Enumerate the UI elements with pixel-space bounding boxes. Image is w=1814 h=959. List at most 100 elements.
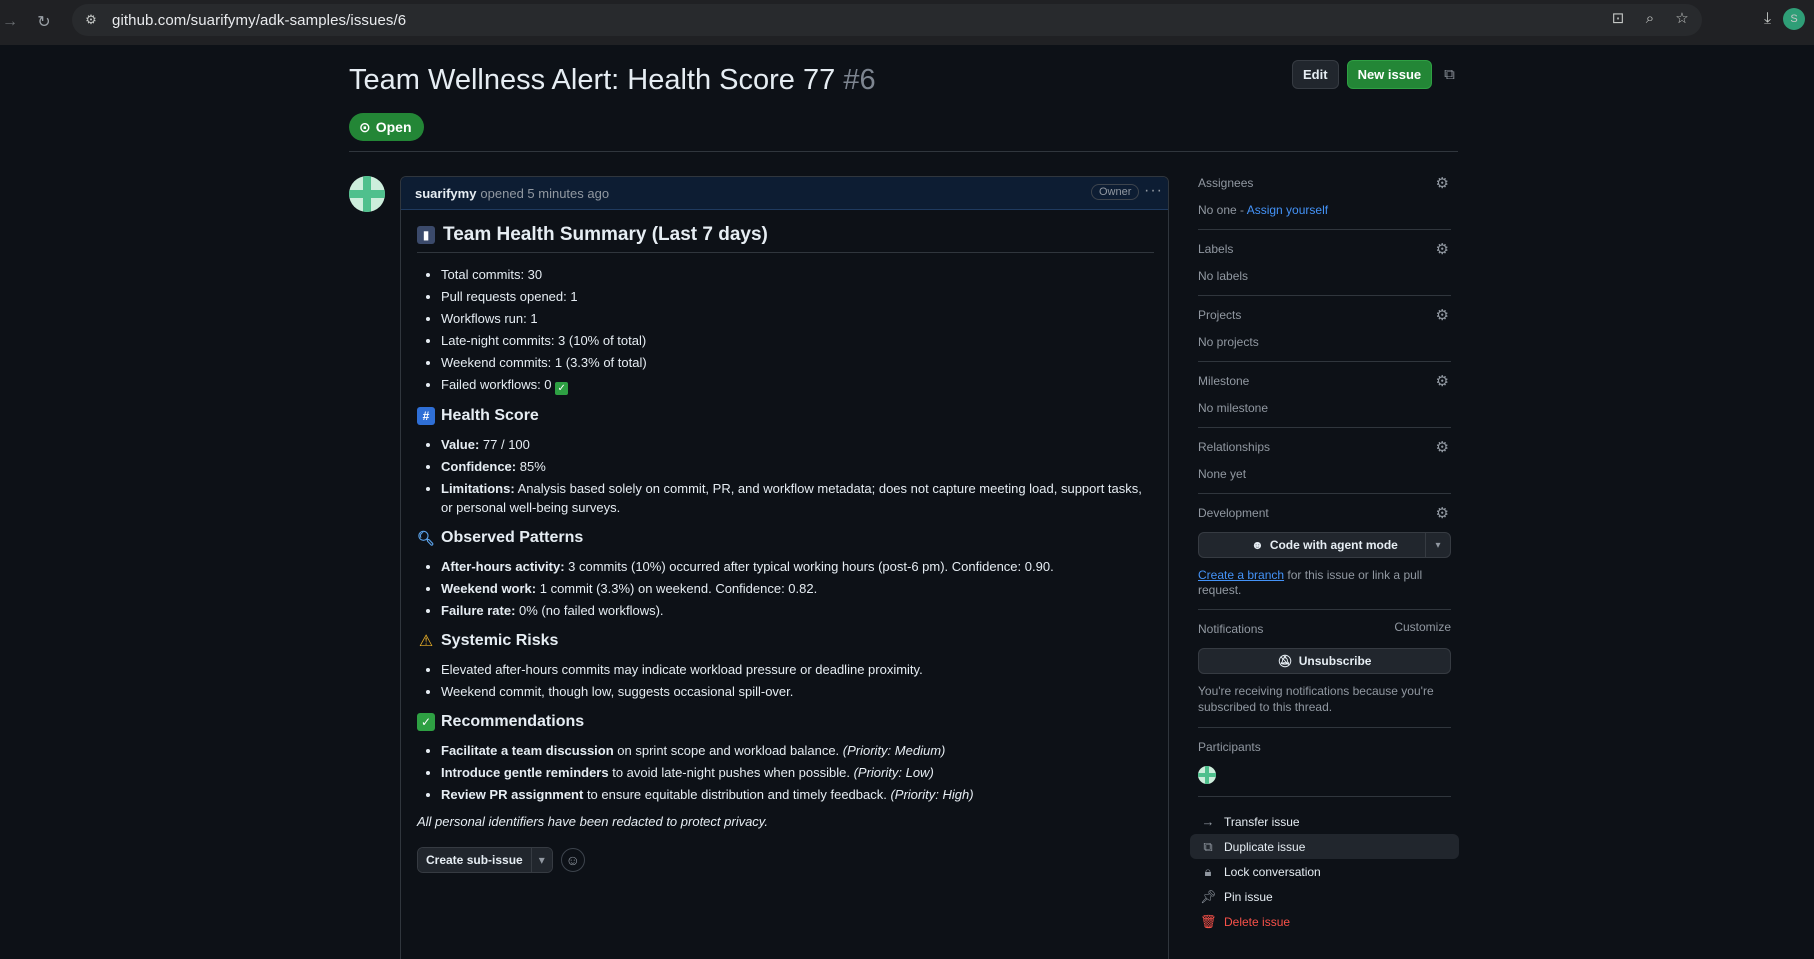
patterns-heading: 🔍︎ Observed Patterns	[417, 529, 1154, 547]
trash-icon: 🗑︎	[1200, 913, 1217, 929]
warning-icon: ⚠	[418, 633, 434, 650]
profile-avatar[interactable]: S	[1783, 8, 1806, 30]
url-text[interactable]: github.com/suarifymy/adk-samples/issues/…	[112, 12, 406, 29]
list-item-text: Failed workflows: 0	[441, 377, 552, 392]
chevron-down-icon[interactable]: ▾	[1425, 533, 1450, 557]
chevron-down-icon[interactable]: ▾	[530, 848, 552, 872]
projects-value: No projects	[1198, 335, 1259, 349]
create-sub-issue-button[interactable]: Create sub-issue	[418, 848, 531, 872]
list-item: Elevated after-hours commits may indicat…	[441, 660, 1154, 679]
bookmark-star-icon[interactable]: ☆	[1672, 8, 1692, 28]
site-settings-icon[interactable]: ⚙	[78, 7, 104, 33]
transfer-issue-button[interactable]: → Transfer issue	[1198, 809, 1451, 834]
list-item: Review PR assignment to ensure equitable…	[441, 785, 1154, 804]
risks-heading: ⚠ Systemic Risks	[417, 632, 1154, 650]
patterns-heading-text: Observed Patterns	[441, 529, 584, 546]
issue-title-text: Team Wellness Alert: Health Score 77	[349, 64, 836, 96]
issue-title: Team Wellness Alert: Health Score 77 #6	[349, 64, 876, 97]
reload-icon[interactable]: ↻	[30, 8, 58, 36]
author-avatar[interactable]	[349, 176, 385, 212]
list-item: Pull requests opened: 1	[441, 287, 1154, 306]
header-divider	[349, 151, 1458, 152]
pin-issue-button[interactable]: 📌︎ Pin issue	[1198, 884, 1451, 909]
list-item: After-hours activity: 3 commits (10%) oc…	[441, 557, 1154, 576]
score-list: Value: 77 / 100 Confidence: 85% Limitati…	[417, 435, 1154, 517]
lock-icon: 🔒︎	[1204, 863, 1212, 879]
add-reaction-icon[interactable]: ☺	[560, 848, 585, 872]
privacy-note: All personal identifiers have been redac…	[417, 814, 768, 829]
open-issue-icon: ⊙	[359, 118, 371, 135]
bar-chart-icon: ▮	[417, 226, 435, 244]
assignees-section: Assignees ⚙ No one - Assign yourself	[1198, 174, 1451, 230]
magnifier-icon: 🔍︎	[417, 529, 435, 546]
gear-icon[interactable]: ⚙	[1436, 174, 1449, 192]
summary-heading-text: Team Health Summary (Last 7 days)	[443, 224, 768, 245]
projects-section: Projects ⚙ No projects	[1198, 306, 1451, 362]
summary-list: Total commits: 30 Pull requests opened: …	[417, 265, 1154, 395]
participant-avatar[interactable]	[1198, 766, 1216, 784]
projects-label: Projects	[1198, 308, 1242, 322]
install-app-icon[interactable]: ⊡	[1608, 8, 1628, 28]
back-arrow-icon[interactable]: →	[0, 8, 24, 36]
assignees-label: Assignees	[1198, 176, 1254, 190]
author-link[interactable]: suarifymy	[415, 186, 476, 201]
relationships-value: None yet	[1198, 467, 1247, 481]
gear-icon[interactable]: ⚙	[1436, 504, 1449, 522]
download-icon[interactable]: ⤓	[1764, 10, 1771, 28]
score-heading-text: Health Score	[441, 407, 539, 424]
development-hint: Create a branch for this issue or link a…	[1198, 568, 1423, 597]
list-item: Late-night commits: 3 (10% of total)	[441, 331, 1154, 350]
gear-icon[interactable]: ⚙	[1436, 372, 1449, 390]
bell-slash-icon: 🔕︎	[1277, 654, 1293, 668]
unsubscribe-button[interactable]: 🔕︎ Unsubscribe	[1198, 648, 1451, 674]
gear-icon[interactable]: ⚙	[1436, 438, 1449, 456]
assign-yourself-link[interactable]: Assign yourself	[1247, 203, 1328, 217]
arrow-right-icon: →	[1201, 814, 1215, 829]
summary-heading: ▮ Team Health Summary (Last 7 days)	[417, 224, 1154, 253]
issue-actions: → Transfer issue ⧉ Duplicate issue 🔒︎ Lock …	[1190, 809, 1459, 934]
list-item: Facilitate a team discussion on sprint s…	[441, 741, 1154, 760]
issue-sidebar: Assignees ⚙ No one - Assign yourself Lab…	[1190, 174, 1459, 934]
list-item: Limitations: Analysis based solely on co…	[441, 479, 1154, 517]
list-item: Weekend commits: 1 (3.3% of total)	[441, 353, 1154, 372]
more-options-icon[interactable]: ···	[1144, 182, 1163, 200]
browser-toolbar: → ↻ ⚙ github.com/suarifymy/adk-samples/i…	[0, 0, 1814, 45]
create-branch-link[interactable]: Create a branch	[1198, 568, 1284, 582]
check-mark-icon: ✓	[555, 382, 569, 395]
issue-number: #6	[843, 64, 876, 96]
list-item: Total commits: 30	[441, 265, 1154, 284]
risks-heading-text: Systemic Risks	[441, 632, 559, 649]
list-item: Failure rate: 0% (no failed workflows).	[441, 601, 1154, 620]
opened-timestamp[interactable]: opened 5 minutes ago	[480, 186, 609, 201]
address-bar[interactable]: ⚙ github.com/suarifymy/adk-samples/issue…	[72, 4, 1702, 36]
comment-body: ▮ Team Health Summary (Last 7 days) Tota…	[401, 210, 1168, 873]
delete-issue-button[interactable]: 🗑︎ Delete issue	[1198, 909, 1451, 934]
development-section: Development ⚙ ☻ Code with agent mode ▾ C…	[1198, 504, 1451, 610]
duplicate-issue-button[interactable]: ⧉ Duplicate issue	[1190, 834, 1459, 859]
list-item: Introduce gentle reminders to avoid late…	[441, 763, 1154, 782]
notifications-section: Notifications Customize 🔕︎ Unsubscribe Y…	[1198, 620, 1451, 728]
zoom-icon[interactable]: ⌕	[1640, 8, 1660, 28]
code-with-agent-button[interactable]: ☻ Code with agent mode ▾	[1198, 532, 1451, 558]
notification-reason: You're receiving notifications because y…	[1198, 684, 1434, 714]
customize-link[interactable]: Customize	[1394, 620, 1451, 634]
recommendations-list: Facilitate a team discussion on sprint s…	[417, 741, 1154, 804]
labels-label: Labels	[1198, 242, 1234, 256]
labels-value: No labels	[1198, 269, 1249, 283]
issue-body-comment: suarifymy opened 5 minutes ago Owner ···…	[400, 176, 1169, 959]
lock-conversation-button[interactable]: 🔒︎ Lock conversation	[1198, 859, 1451, 884]
new-issue-button[interactable]: New issue	[1346, 60, 1433, 89]
participants-section: Participants	[1198, 740, 1451, 797]
edit-button[interactable]: Edit	[1292, 60, 1339, 89]
gear-icon[interactable]: ⚙	[1436, 240, 1449, 258]
copy-link-icon[interactable]: ⧉	[1444, 66, 1455, 83]
list-item: Failed workflows: 0 ✓	[441, 375, 1154, 395]
milestone-value: No milestone	[1198, 401, 1269, 415]
milestone-label: Milestone	[1198, 374, 1250, 388]
numbers-icon: #	[417, 407, 435, 425]
assignees-value: No one - Assign yourself	[1198, 203, 1329, 217]
score-heading: # Health Score	[417, 407, 1154, 425]
gear-icon[interactable]: ⚙	[1436, 306, 1449, 324]
check-box-icon: ✓	[417, 713, 435, 731]
state-label: Open	[375, 119, 412, 135]
